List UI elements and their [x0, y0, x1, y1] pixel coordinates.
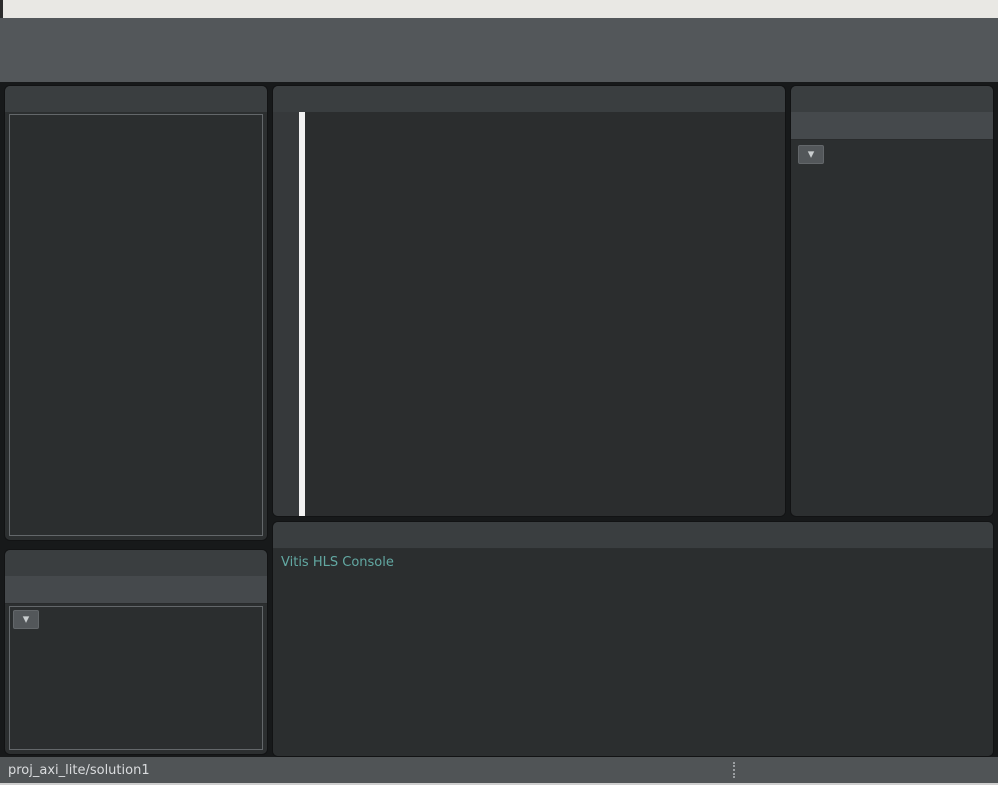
- statusbar-drag-handle[interactable]: [733, 762, 737, 778]
- outline-filter-dropdown[interactable]: ▾: [798, 145, 824, 164]
- explorer-tab-strip: [5, 86, 267, 112]
- console-title: Vitis HLS Console: [281, 555, 985, 570]
- top-toolbars: [0, 18, 998, 82]
- console-panel: Vitis HLS Console: [272, 521, 994, 757]
- git-filter-dropdown[interactable]: ▾: [13, 610, 39, 629]
- console-tab-strip: [273, 522, 993, 548]
- explorer-tree: [9, 114, 263, 536]
- status-text: proj_axi_lite/solution1: [8, 763, 150, 778]
- git-tab-strip: [5, 550, 267, 576]
- editor-panel: [272, 85, 786, 517]
- menu-bar: [0, 0, 998, 18]
- outline-toolbar: [791, 112, 993, 140]
- outline-filter-area: ▾: [795, 142, 824, 167]
- main-toolbar: [0, 18, 998, 48]
- git-toolbar: [5, 576, 267, 604]
- chevron-down-icon: ▾: [803, 147, 819, 163]
- git-repositories-panel: ▾: [4, 549, 268, 755]
- git-tree-area: ▾: [9, 606, 263, 750]
- perspective-bar: [0, 48, 998, 82]
- explorer-panel: [4, 85, 268, 541]
- status-bar: proj_axi_lite/solution1: [0, 757, 998, 783]
- vitis-hls-window: ▾ ▾ Vitis HLS Console proj_axi_lite/solu…: [0, 0, 998, 785]
- editor-tab-strip: [273, 86, 785, 112]
- chevron-down-icon: ▾: [18, 612, 34, 628]
- code-editor[interactable]: [273, 112, 785, 516]
- outline-tab-strip: [791, 86, 993, 112]
- outline-panel: ▾: [790, 85, 994, 517]
- console-output[interactable]: Vitis HLS Console: [273, 549, 993, 756]
